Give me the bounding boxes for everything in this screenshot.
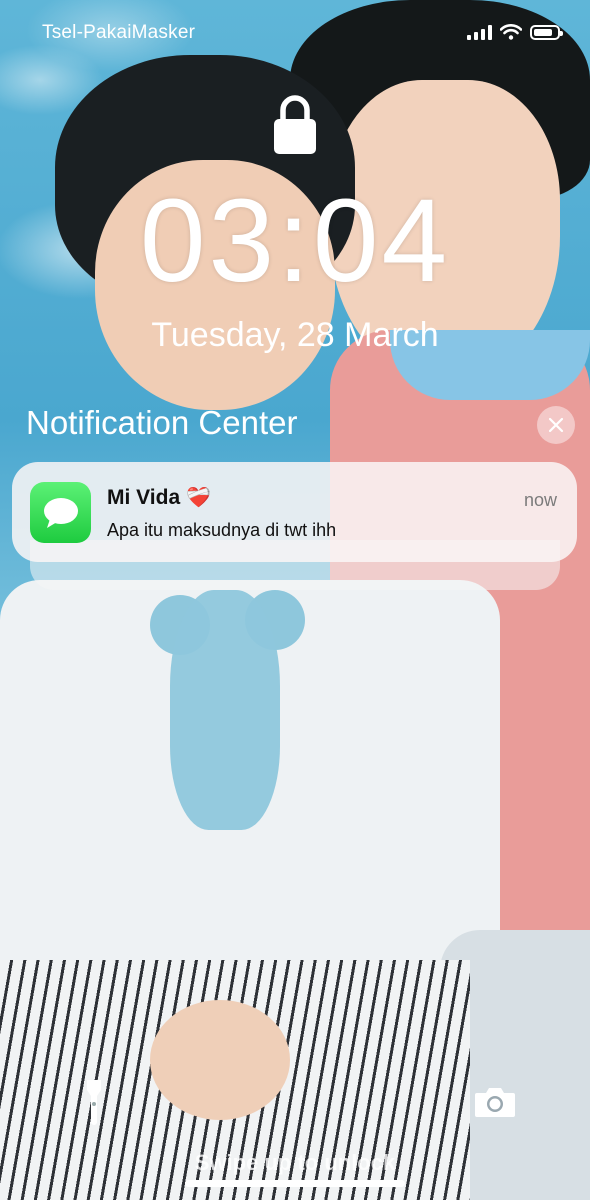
close-icon: [548, 417, 564, 433]
wifi-icon: [500, 24, 522, 40]
notification-sender: Mi Vida ❤️‍🩹: [107, 485, 211, 510]
cellular-signal-icon: [467, 24, 492, 40]
status-icons: [467, 24, 563, 40]
wallpaper-shape: [170, 590, 280, 830]
lock-icon: [274, 95, 316, 154]
lock-date: Tuesday, 28 March: [151, 316, 439, 354]
notification-message: Apa itu maksudnya di twt ihh: [107, 520, 337, 540]
flashlight-icon[interactable]: [84, 1078, 104, 1126]
battery-icon: [530, 24, 563, 40]
battery-fill: [534, 28, 552, 36]
carrier-name: Tsel-PakaiMasker: [42, 22, 196, 43]
home-indicator[interactable]: [185, 1180, 405, 1187]
message-notification[interactable]: Mi Vida ❤️‍🩹 now Apa itu maksudnya di tw…: [12, 462, 577, 562]
lock-time: 03:04: [139, 175, 451, 307]
sender-emoji: ❤️‍🩹: [186, 487, 212, 509]
camera-icon[interactable]: [474, 1086, 516, 1118]
clear-notifications-button[interactable]: [537, 406, 575, 444]
notification-time: now: [523, 490, 557, 510]
wallpaper-shape: [150, 1000, 290, 1120]
swipe-to-unlock-text: Swipe up to unlock: [194, 1150, 396, 1175]
sender-name: Mi Vida: [107, 485, 181, 509]
notification-center-title: Notification Center: [26, 404, 298, 441]
messages-icon: [30, 482, 91, 543]
